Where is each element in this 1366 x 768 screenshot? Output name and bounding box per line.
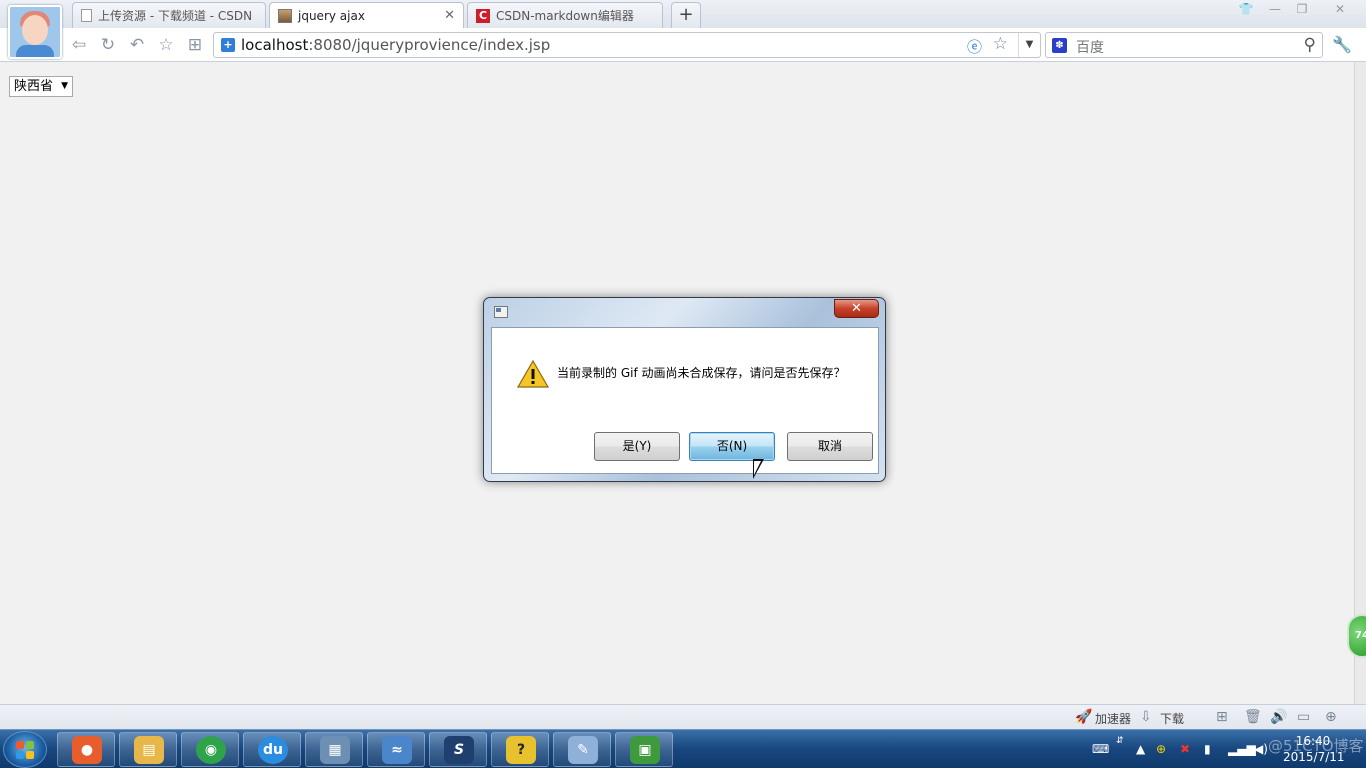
csdn-logo-icon: C bbox=[476, 8, 490, 23]
start-button[interactable] bbox=[3, 731, 47, 768]
taskbar-app-control-icon: ▦ bbox=[320, 736, 350, 764]
no-button[interactable]: 否(N) bbox=[689, 432, 775, 461]
download-label[interactable]: 下载 bbox=[1160, 710, 1184, 727]
accelerator-label[interactable]: 加速器 bbox=[1095, 710, 1131, 727]
taskbar-app-5[interactable]: ≈ bbox=[367, 732, 425, 767]
tab-upload-resource[interactable]: 上传资源 - 下载频道 - CSDN bbox=[72, 2, 266, 28]
taskbar-app-s-icon: S bbox=[444, 736, 474, 764]
search-input[interactable]: 百度 bbox=[1076, 37, 1104, 57]
taskbar-app-7[interactable]: ? bbox=[491, 732, 549, 767]
warning-icon bbox=[517, 360, 549, 388]
zoom-icon[interactable]: ⊕ bbox=[1325, 709, 1337, 725]
tab-bar: 上传资源 - 下载频道 - CSDN jquery ajax ✕ C CSDN-… bbox=[0, 0, 1366, 59]
taskbar-app-baidu-icon: du bbox=[258, 736, 288, 764]
taskbar-app-paint-icon: ✎ bbox=[568, 736, 598, 764]
taskbar-app-browser-icon: ◉ bbox=[196, 736, 226, 764]
taskbar-app-2[interactable]: ◉ bbox=[181, 732, 239, 767]
taskbar-app-explorer-icon: ▤ bbox=[134, 736, 164, 764]
speaker-icon[interactable]: ◀) bbox=[1254, 742, 1268, 756]
screenshot-icon[interactable]: ⊞ bbox=[1216, 709, 1228, 725]
tab-title: jquery ajax bbox=[298, 9, 365, 23]
taskbar-app-dolphin-icon: ≈ bbox=[382, 736, 412, 764]
show-hidden-icons-icon[interactable]: ▲ bbox=[1136, 742, 1145, 756]
address-dropdown-icon[interactable]: ▼ bbox=[1018, 33, 1040, 57]
apps-grid-icon[interactable]: ⊞ bbox=[184, 35, 206, 55]
security-plus-icon[interactable]: ⊕ bbox=[1156, 742, 1166, 756]
page-icon bbox=[81, 9, 92, 22]
vertical-scrollbar[interactable] bbox=[1354, 62, 1366, 704]
search-icon[interactable]: ⚲ bbox=[1304, 35, 1316, 55]
cancel-button[interactable]: 取消 bbox=[787, 432, 873, 461]
refresh-icon[interactable]: ↻ bbox=[97, 35, 119, 55]
undo-icon[interactable]: ↶ bbox=[126, 35, 148, 55]
tools-wrench-icon[interactable]: 🔧 bbox=[1332, 35, 1352, 54]
keyboard-icon[interactable]: ⌨ bbox=[1092, 742, 1109, 756]
taskbar-app-help-icon: ? bbox=[506, 736, 536, 764]
nav-bar: ⇦ ↻ ↶ ☆ ⊞ + localhost:8080/jqueryprovien… bbox=[0, 28, 1366, 62]
taskbar-app-image-icon: ▣ bbox=[630, 736, 660, 764]
tab-title: CSDN-markdown编辑器 bbox=[496, 9, 634, 23]
taskbar-app-9[interactable]: ▣ bbox=[615, 732, 673, 767]
search-box[interactable]: ✽ 百度 ⚲ bbox=[1045, 32, 1323, 58]
taskbar-app-8[interactable]: ✎ bbox=[553, 732, 611, 767]
language-icon[interactable]: ⇵ bbox=[1116, 736, 1124, 746]
favorite-star-icon[interactable]: ☆ bbox=[155, 35, 177, 55]
bookmark-star-icon[interactable]: ☆ bbox=[993, 34, 1008, 54]
ie-compat-icon[interactable]: ⓔ bbox=[967, 36, 982, 57]
dialog-window-icon bbox=[494, 306, 508, 318]
shirt-skin-icon[interactable]: 👕 bbox=[1234, 0, 1258, 20]
address-bar[interactable]: + localhost:8080/jqueryprovience/index.j… bbox=[213, 32, 1041, 58]
avatar-face bbox=[22, 15, 48, 45]
baidu-paw-icon[interactable]: ✽ bbox=[1052, 38, 1067, 53]
window-close-icon[interactable]: ✕ bbox=[1328, 0, 1352, 20]
tab-title: 上传资源 - 下载频道 - CSDN bbox=[98, 9, 253, 23]
network-error-icon[interactable]: ✖ bbox=[1180, 742, 1190, 756]
yes-button[interactable]: 是(Y) bbox=[594, 432, 680, 461]
security-shield-icon: + bbox=[221, 38, 235, 52]
url-path: :8080/jqueryprovience/index.jsp bbox=[308, 36, 551, 54]
window-mode-icon[interactable]: ▭ bbox=[1297, 709, 1310, 725]
taskbar-app-6[interactable]: S bbox=[429, 732, 487, 767]
dialog-close-button[interactable]: ✕ bbox=[834, 299, 879, 318]
chevron-down-icon: ▼ bbox=[61, 81, 68, 91]
browser-status-bar: 🚀 加速器 ⇩ 下载 ⊞ 🗑 🔊 ▭ ⊕ bbox=[0, 704, 1366, 729]
user-avatar[interactable] bbox=[8, 5, 62, 59]
accelerator-icon: 🚀 bbox=[1075, 709, 1093, 725]
signal-icon[interactable]: ▂▄▆ bbox=[1228, 742, 1256, 756]
speed-badge[interactable]: 74 bbox=[1347, 614, 1366, 658]
image-icon bbox=[278, 9, 292, 23]
taskbar-app-0[interactable]: ● bbox=[57, 732, 115, 767]
url-host: localhost bbox=[241, 36, 309, 54]
save-gif-dialog: ✕ 当前录制的 Gif 动画尚未合成保存，请问是否先保存？ 是(Y) 否(N) … bbox=[483, 297, 886, 482]
mouse-pointer-icon bbox=[753, 459, 764, 479]
volume-icon[interactable]: 🔊 bbox=[1270, 709, 1287, 725]
tab-jquery-ajax[interactable]: jquery ajax ✕ bbox=[269, 2, 464, 29]
trash-icon[interactable]: 🗑 bbox=[1244, 709, 1262, 725]
back-icon[interactable]: ⇦ bbox=[68, 35, 90, 55]
dialog-body: 当前录制的 Gif 动画尚未合成保存，请问是否先保存？ 是(Y) 否(N) 取消 bbox=[491, 327, 879, 474]
windows-taskbar: ● ▤ ◉ du ▦ ≈ S ? ✎ ▣ ⌨ ⇵ ▲ ⊕ ✖ ▮ ▂▄▆ ◀) … bbox=[0, 729, 1366, 768]
watermark: @51CTO博客 bbox=[1268, 737, 1364, 755]
province-select-value: 陕西省 bbox=[14, 79, 54, 94]
tab-csdn-markdown[interactable]: C CSDN-markdown编辑器 bbox=[467, 2, 663, 28]
taskbar-app-4[interactable]: ▦ bbox=[305, 732, 363, 767]
close-icon[interactable]: ✕ bbox=[444, 8, 455, 23]
restore-icon[interactable]: ❐ bbox=[1290, 0, 1314, 20]
avatar-body bbox=[16, 45, 54, 57]
taskbar-app-3[interactable]: du bbox=[243, 732, 301, 767]
taskbar-app-color-icon: ● bbox=[72, 736, 102, 764]
minimize-icon[interactable]: — bbox=[1263, 0, 1287, 20]
taskbar-app-1[interactable]: ▤ bbox=[119, 732, 177, 767]
province-select[interactable]: 陕西省 ▼ bbox=[9, 76, 73, 97]
new-tab-button[interactable]: + bbox=[671, 2, 701, 28]
download-icon: ⇩ bbox=[1140, 709, 1152, 725]
dialog-message: 当前录制的 Gif 动画尚未合成保存，请问是否先保存？ bbox=[557, 366, 846, 380]
usb-icon[interactable]: ▮ bbox=[1204, 742, 1211, 756]
address-url[interactable]: localhost:8080/jqueryprovience/index.jsp bbox=[241, 36, 550, 54]
